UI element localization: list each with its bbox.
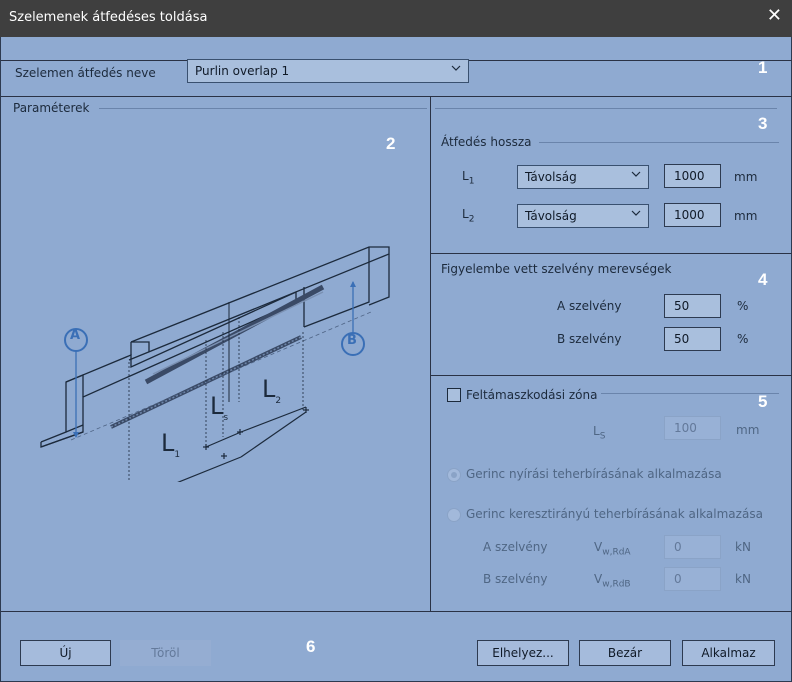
stiffness-a-input[interactable]: 50 [664,294,721,318]
section-number-3: 3 [758,114,768,133]
section-number-1: 1 [758,58,768,77]
l1-label: L1 [462,169,475,187]
l1-unit: mm [734,170,758,184]
web-b-input[interactable]: 0 [664,567,721,591]
divider [1,96,792,97]
divider [430,96,431,612]
l2-mode-select[interactable]: Távolság [517,204,649,228]
l2-label: L2 [462,207,475,225]
close-icon[interactable]: ✕ [767,5,782,26]
web-a-symbol: Vw,RdA [594,540,631,558]
diagram-label-l2: L2 [262,375,282,406]
divider [430,375,792,376]
l1-value-input[interactable]: 1000 [664,164,721,188]
ls-label: LS [593,424,606,442]
web-a-unit: kN [735,540,751,554]
group-line [99,108,427,109]
l2-mode-value: Távolság [525,209,577,223]
section-number-4: 4 [758,270,768,289]
support-zone-label: Feltámaszkodási zóna [466,388,598,402]
overlap-name-select[interactable]: Purlin overlap 1 [187,59,469,83]
diagram-label-a: A [70,328,81,343]
web-a-input[interactable]: 0 [664,535,721,559]
stiffness-b-unit: % [737,332,749,346]
apply-button[interactable]: Alkalmaz [682,640,775,666]
divider [430,253,792,254]
l1-mode-value: Távolság [525,170,577,184]
chevron-down-icon [631,210,641,216]
shear-capacity-radio[interactable] [447,468,461,482]
stiffness-a-unit: % [737,299,749,313]
group-line [601,393,779,394]
overlap-name-label: Szelemen átfedés neve [15,66,156,80]
new-button[interactable]: Új [20,640,111,666]
overlap-length-title: Átfedés hossza [441,135,532,149]
ls-value-input[interactable]: 100 [664,416,721,440]
web-b-symbol: Vw,RdB [594,572,631,590]
place-button[interactable]: Elhelyez... [477,640,569,666]
delete-button[interactable]: Töröl [120,640,211,666]
l1-mode-select[interactable]: Távolság [517,165,649,189]
l2-value-input[interactable]: 1000 [664,203,721,227]
dialog-body: Szelemen átfedés neve Purlin overlap 1 1… [0,37,792,682]
web-b-unit: kN [735,572,751,586]
group-line [539,142,779,143]
window-title: Szelemenek átfedéses toldása [9,10,208,25]
stiffness-b-input[interactable]: 50 [664,327,721,351]
close-button[interactable]: Bezár [579,640,671,666]
chevron-down-icon [631,171,641,177]
ls-unit: mm [736,423,760,437]
overlap-name-value: Purlin overlap 1 [195,64,290,78]
shear-capacity-label: Gerinc nyírási teherbírásának alkalmazás… [466,467,722,481]
overlap-diagram [40,246,390,482]
stiffness-b-label: B szelvény [557,332,622,346]
section-number-2: 2 [386,134,396,153]
stiffness-a-label: A szelvény [557,299,622,313]
l2-unit: mm [734,209,758,223]
diagram-label-ls: Ls [210,392,229,423]
chevron-down-icon [451,65,461,71]
section-number-6: 6 [306,637,316,656]
group-line [435,108,777,109]
parameters-title: Paraméterek [13,101,90,115]
diagram-label-b: B [347,333,357,348]
stiffness-title: Figyelembe vett szelvény merevségek [441,262,672,276]
transverse-capacity-label: Gerinc keresztirányú teherbírásának alka… [466,507,763,521]
web-b-label: B szelvény [483,572,548,586]
transverse-capacity-radio[interactable] [447,508,461,522]
web-a-label: A szelvény [483,540,548,554]
section-number-5: 5 [758,392,768,411]
title-bar: Szelemenek átfedéses toldása ✕ [0,0,792,37]
support-zone-checkbox[interactable] [447,388,461,402]
divider [1,611,792,612]
diagram-label-l1: L1 [161,429,181,460]
